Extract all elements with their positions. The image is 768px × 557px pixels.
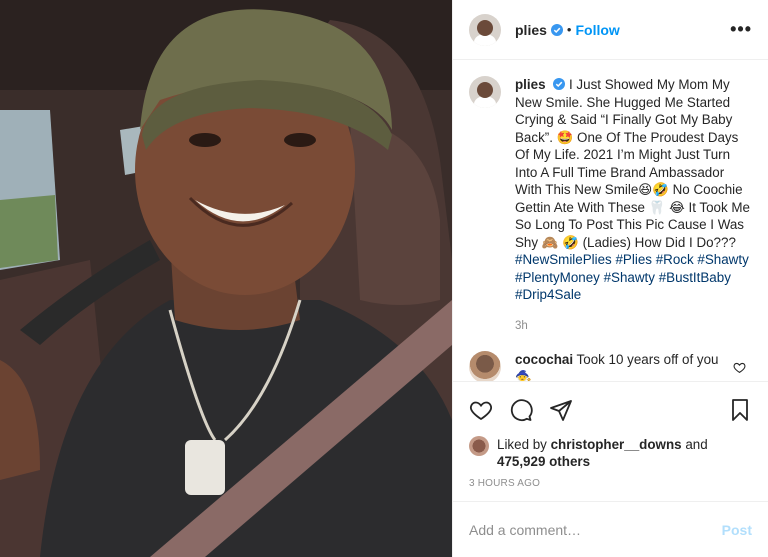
- verified-badge-icon: [550, 23, 563, 36]
- caption-avatar[interactable]: [469, 76, 501, 108]
- hashtag-link[interactable]: #Plies: [615, 252, 651, 267]
- liker-avatar[interactable]: [469, 436, 489, 456]
- author-username[interactable]: plies: [515, 22, 547, 38]
- post-comment-button[interactable]: Post: [722, 522, 752, 538]
- bookmark-icon[interactable]: [728, 398, 752, 422]
- selfie-illustration: [0, 0, 452, 557]
- likes-count[interactable]: 475,929 others: [497, 454, 590, 469]
- caption-timestamp[interactable]: 3h: [515, 318, 752, 336]
- comment-input[interactable]: [469, 521, 722, 538]
- heart-icon[interactable]: [469, 398, 493, 422]
- hashtag-link[interactable]: #Shawty: [697, 252, 748, 267]
- follow-button[interactable]: Follow: [575, 22, 619, 38]
- post-header: plies • Follow •••: [453, 0, 768, 60]
- more-options-icon[interactable]: •••: [730, 19, 752, 40]
- comment-item: cocochai Took 10 years off of you 🧙: [469, 351, 752, 381]
- post-photo[interactable]: [0, 0, 452, 557]
- hashtag-link[interactable]: #NewSmilePlies: [515, 252, 612, 267]
- separator-dot: •: [566, 22, 572, 37]
- comment-icon[interactable]: [509, 398, 533, 422]
- caption-text: plies I Just Showed My Mom My New Smile.…: [515, 76, 752, 335]
- likes-text: Liked by christopher__downs and 475,929 …: [497, 436, 708, 470]
- likes-and: and: [685, 437, 708, 452]
- actions-section: Liked by christopher__downs and 475,929 …: [453, 381, 768, 501]
- small-heart-icon[interactable]: [733, 361, 746, 374]
- commenter-avatar[interactable]: [469, 351, 501, 381]
- author-avatar[interactable]: [469, 13, 501, 46]
- instagram-post: plies • Follow ••• plies I Just Showed M…: [0, 0, 768, 557]
- commenter-username[interactable]: cocochai: [515, 352, 573, 367]
- share-icon[interactable]: [549, 398, 573, 422]
- comment-text: cocochai Took 10 years off of you 🧙: [515, 351, 735, 381]
- post-side-panel: plies • Follow ••• plies I Just Showed M…: [452, 0, 768, 557]
- liked-by-label: Liked by: [497, 437, 547, 452]
- hashtag-link[interactable]: #Drip4Sale: [515, 287, 581, 302]
- caption: plies I Just Showed My Mom My New Smile.…: [469, 76, 752, 335]
- verified-badge-icon: [553, 78, 566, 90]
- hashtag-link[interactable]: #PlentyMoney: [515, 270, 600, 285]
- action-icons: [469, 390, 752, 430]
- add-comment-bar: Post: [453, 501, 768, 557]
- caption-username[interactable]: plies: [515, 77, 546, 92]
- hashtag-link[interactable]: #Shawty: [604, 270, 655, 285]
- caption-message: I Just Showed My Mom My New Smile. She H…: [515, 77, 751, 250]
- liker-username[interactable]: christopher__downs: [551, 437, 682, 452]
- hashtag-link[interactable]: #BustItBaby: [659, 270, 731, 285]
- likes-summary: Liked by christopher__downs and 475,929 …: [469, 436, 752, 470]
- post-timestamp[interactable]: 3 HOURS AGO: [469, 478, 752, 489]
- hashtag-link[interactable]: #Rock: [656, 252, 694, 267]
- comments-section: plies I Just Showed My Mom My New Smile.…: [453, 60, 768, 381]
